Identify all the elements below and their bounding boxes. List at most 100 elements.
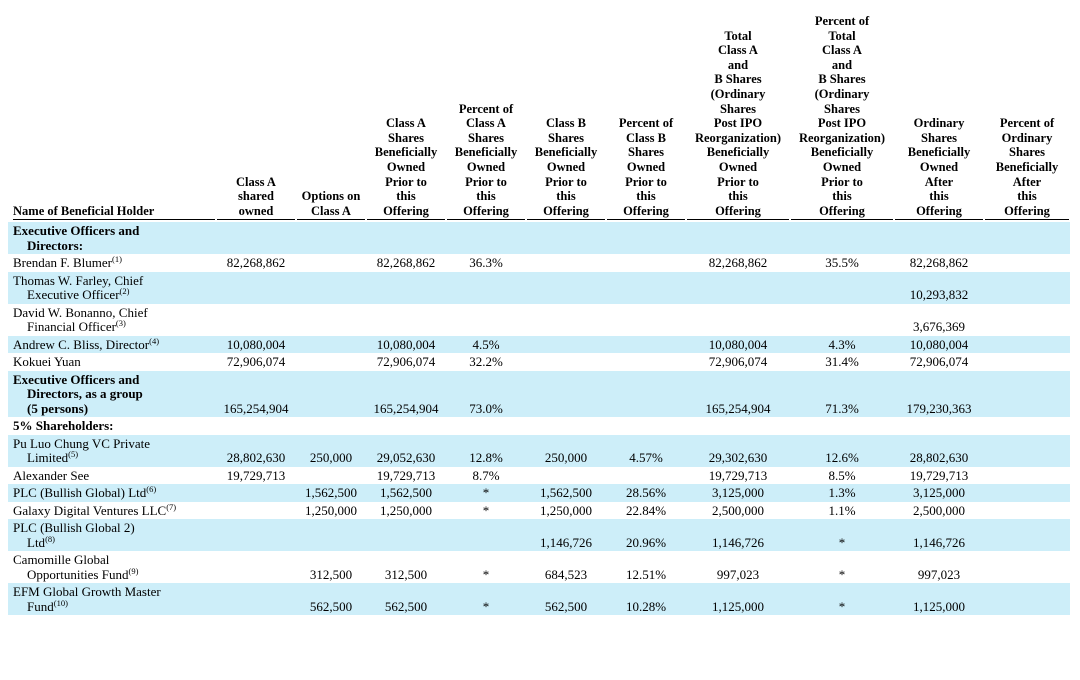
value-cell: 20.96% [606,519,686,552]
value-cell [296,467,366,485]
column-header: Percent of Ordinary Shares Beneficially … [984,14,1070,222]
holder-name-text: Galaxy Digital Ventures LLC [13,502,167,518]
column-header: Class B Shares Beneficially Owned Prior … [526,14,606,222]
value-cell: 4.3% [790,335,894,354]
value-cell: * [482,502,490,518]
value-cell: 12.51% [625,566,667,582]
value-cell: 684,523 [544,566,588,582]
value-cell [216,304,296,336]
table-row: Pu Luo Chung VC Private Limited(5) 28,802,… [8,434,1070,467]
footnote-marker: (8) [45,533,55,544]
footnote-marker: (10) [53,597,68,608]
value-cell: 72,906,074 [226,354,286,370]
value-cell: 10,293,832 [894,271,984,304]
value-cell [606,222,686,255]
value-cell: 72,906,074 [708,354,768,370]
holder-name-text: 5% Shareholders: [13,418,114,434]
value-cell [526,370,606,418]
value-cell: 562,500 [526,583,606,616]
value-cell: 312,500 [309,566,353,582]
column-header: Percent of Class B Shares Owned Prior to… [606,14,686,222]
value-cell [446,222,526,255]
holder-name-text: Directors: [27,237,84,253]
column-header-label: Ordinary Shares Beneficially Owned After… [895,116,983,221]
value-cell [984,304,1070,336]
value-cell [526,417,606,435]
value-cell: 10,080,004 [894,335,984,354]
column-header: Percent of Total Class A and B Shares (O… [790,14,894,222]
value-cell [790,222,894,255]
holder-name-cell: 5% Shareholders: [8,417,216,435]
value-cell: 29,052,630 [366,434,446,467]
value-cell [446,519,526,552]
column-header: Options on Class A [296,14,366,222]
holder-name-cell: Executive Officers and Directors: [8,222,216,255]
value-cell [984,335,1070,354]
holder-name-text: Ltd [27,534,46,550]
value-cell [606,304,686,336]
value-cell: 28,802,630 [216,434,296,467]
holder-name-cell: Thomas W. Farley, Chief Executive Officer… [8,271,216,304]
value-cell: 312,500 [384,566,428,582]
column-header: Percent of Class A Shares Beneficially O… [446,14,526,222]
footnote-marker: (9) [128,565,139,576]
value-cell: 82,268,862 [226,255,286,271]
value-cell: 1,146,726 [894,519,984,552]
value-cell [366,222,446,255]
holder-name-text: PLC (Bullish Global) Ltd [13,485,147,501]
value-cell [984,519,1070,552]
value-cell [526,222,606,255]
value-cell: 1,146,726 [686,519,790,552]
value-cell [984,502,1070,520]
holder-name-cell: Andrew C. Bliss, Director(4) [8,335,216,354]
column-header: Ordinary Shares Beneficially Owned After… [894,14,984,222]
value-cell [984,551,1070,583]
value-cell: 2,500,000 [913,502,965,518]
value-cell: 8.5% [828,467,856,483]
value-cell: 71.3% [790,370,894,418]
holder-name-text: Directors, as a group [27,386,143,402]
column-header-label: Options on Class A [297,189,365,221]
value-cell [984,370,1070,418]
value-cell [686,271,790,304]
holder-name-text: PLC (Bullish Global 2) [13,520,135,536]
value-cell [216,551,296,583]
value-cell: 250,000 [526,434,606,467]
value-cell [296,335,366,354]
holder-name-text: Kokuei Yuan [13,354,81,370]
footnote-marker: (2) [119,286,130,297]
document-page: { "columns": [ "Name of Beneficial Holde… [0,0,1080,680]
value-cell [984,417,1070,435]
footnote-marker: (5) [68,449,79,460]
table-row: Alexander See 19,729,713 19,729,713 8.7% 19,… [8,467,1070,485]
value-cell [790,304,894,336]
value-cell: 165,254,904 [686,370,790,418]
value-cell [894,222,984,255]
holder-name-cell: Pu Luo Chung VC Private Limited(5) [8,434,216,467]
table-row: Brendan F. Blumer(1) 82,268,862 82,268,862… [8,254,1070,272]
footnote-marker: (6) [146,484,157,495]
value-cell: * [838,566,846,582]
value-cell [606,467,686,485]
value-cell [216,502,296,520]
value-cell: 1,250,000 [380,502,432,518]
table-row: Thomas W. Farley, Chief Executive Officer… [8,271,1070,304]
value-cell [606,271,686,304]
value-cell: 82,268,862 [909,255,969,271]
column-header-name: Name of Beneficial Holder [8,14,216,222]
value-cell: 179,230,363 [894,370,984,418]
value-cell: 35.5% [825,255,859,271]
value-cell [446,417,526,435]
holder-name-text: Fund [27,598,54,614]
holder-name-text: Executive Officers and [13,223,140,239]
value-cell: 10,080,004 [686,335,790,354]
value-cell: 562,500 [366,583,446,616]
value-cell [894,417,984,435]
table-row: Galaxy Digital Ventures LLC(7) 1,250,000 1… [8,502,1070,520]
value-cell [606,353,686,371]
table-header-row: Name of Beneficial Holder Class A shared … [8,14,1070,222]
holder-name-cell: PLC (Bullish Global 2) Ltd(8) [8,519,216,552]
value-cell [216,583,296,616]
value-cell: 4.5% [446,335,526,354]
holder-name-cell: Galaxy Digital Ventures LLC(7) [8,502,216,520]
